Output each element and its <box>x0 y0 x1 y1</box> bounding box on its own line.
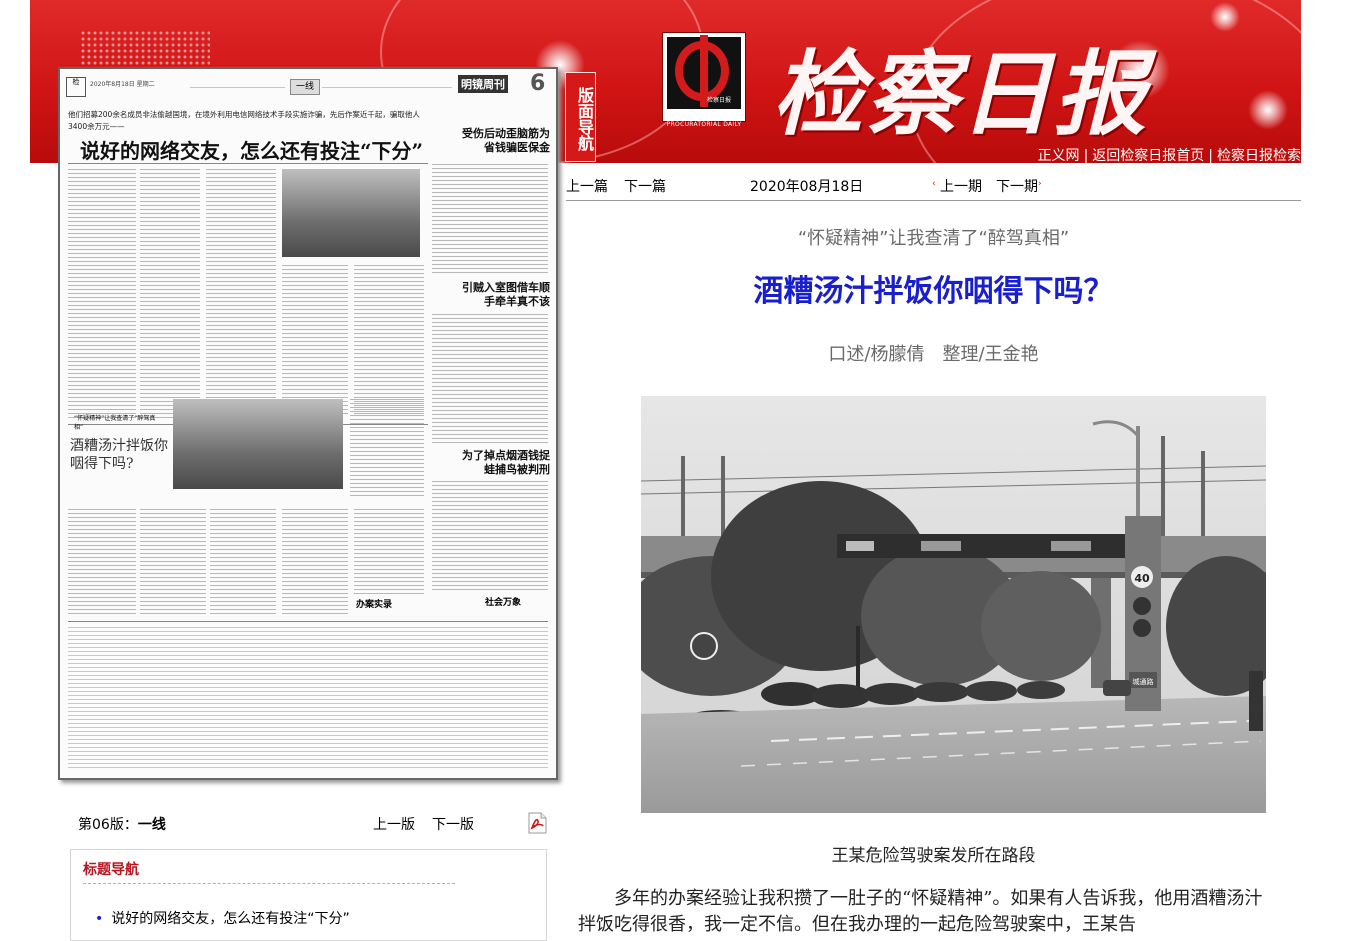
page-name: 一线 <box>137 817 166 833</box>
thumb-photo-road <box>173 399 343 489</box>
thumb-side-headline-3: 为了掉点烟酒钱捉蛙捕鸟被判刑 <box>462 449 550 476</box>
prev-article-link[interactable]: 上一篇 <box>566 176 608 196</box>
decorative-sparkle <box>1210 2 1240 32</box>
photo-speed-sign-text: 40 <box>1134 572 1150 585</box>
article-photo: 40 城通路 <box>641 396 1266 813</box>
next-article-link[interactable]: 下一篇 <box>624 176 666 196</box>
thumb-column-tag-2: 社会万象 <box>485 598 522 608</box>
page-navigation-label[interactable]: 版面导航 <box>565 72 596 162</box>
prev-page-link[interactable]: 上一版 <box>373 814 415 834</box>
bullet-icon: • <box>95 911 104 927</box>
thumb-page-banner: 明镜周刊 <box>458 75 508 93</box>
title-nav-item[interactable]: • 说好的网络交友，怎么还有投注“下分” <box>95 908 350 928</box>
thumb-page-number: 6 <box>530 71 546 96</box>
article-navigation: 上一篇 下一篇 2020年08月18日 ‹ 上一期 下一期 › <box>566 176 1301 201</box>
newspaper-logo[interactable]: 检察日报 <box>662 32 746 122</box>
issue-date: 2020年08月18日 <box>750 179 864 195</box>
logo-caption: 检察日报 <box>707 97 732 104</box>
page-info: 第06版：一线 <box>78 814 166 834</box>
prev-issue-arrow-icon: ‹ <box>932 179 936 189</box>
thumb-section: 一线 <box>290 79 320 95</box>
title-nav-divider <box>83 883 455 884</box>
next-issue-link[interactable]: 下一期 <box>996 176 1038 196</box>
photo-road-sign-text: 城通路 <box>1133 677 1154 686</box>
link-search[interactable]: 检察日报检索 <box>1217 148 1301 163</box>
page-logo-icon: 检 <box>66 77 86 97</box>
thumb-feature-headline: 酒糟汤汁拌饭你咽得下吗? <box>70 438 168 472</box>
thumb-date-line: 2020年8月18日 星期二 <box>90 81 155 88</box>
next-page-link[interactable]: 下一版 <box>432 814 474 834</box>
thumb-photo-crowd <box>282 169 420 257</box>
title-nav-item-label[interactable]: 说好的网络交友，怎么还有投注“下分” <box>111 911 350 927</box>
page-label: 第06版： <box>78 817 138 833</box>
article-headline: 酒糟汤汁拌饭你咽得下吗？ <box>753 274 1114 309</box>
newspaper-title: 检察日报 <box>772 40 1149 148</box>
thumb-side-headline-2: 引贼入室图借车顺手牵羊真不该 <box>462 281 550 308</box>
article-byline: 口述/杨朦倩 整理/王金艳 <box>828 344 1039 365</box>
nav-divider <box>566 200 1301 201</box>
title-nav-heading: 标题导航 <box>83 862 139 878</box>
article-subtitle: “怀疑精神”让我查清了“醉驾真相” <box>797 228 1070 249</box>
decorative-sparkle <box>1248 90 1288 130</box>
thumb-side-headline-1: 受伤后动歪脑筋为省钱骗医保金 <box>462 127 550 154</box>
thumb-feature-kicker: “怀疑精神”让我查清了“醉驾真相” <box>74 415 156 431</box>
thumb-main-headline: 说好的网络交友，怎么还有投注“下分” <box>80 139 424 163</box>
link-zhengyi[interactable]: 正义网 <box>1038 148 1080 163</box>
link-home[interactable]: 返回检察日报首页 <box>1092 148 1204 163</box>
pdf-icon[interactable] <box>528 812 547 834</box>
decorative-dot-pattern <box>80 30 210 70</box>
prev-issue-link[interactable]: 上一期 <box>940 176 982 196</box>
thumb-column-tag-1: 办案实录 <box>356 600 393 610</box>
header-links: 正义网 | 返回检察日报首页 | 检察日报检索 <box>1037 148 1301 163</box>
newspaper-page-thumbnail[interactable]: 检 2020年8月18日 星期二 一线 明镜周刊 6 他们招募200余名成员非法… <box>58 67 558 780</box>
title-navigation-panel: 标题导航 • 说好的网络交友，怎么还有投注“下分” <box>70 849 547 941</box>
photo-caption: 王某危险驾驶案发所在路段 <box>831 846 1036 866</box>
article-body: 多年的办案经验让我积攒了一肚子的“怀疑精神”。如果有人告诉我，他用酒糟汤汁拌饭吃… <box>578 888 1263 935</box>
logo-english-text: PROCURATORIAL DAILY <box>666 121 742 128</box>
next-issue-arrow-icon: › <box>1038 179 1042 189</box>
thumb-lead-text: 他们招募200余名成员非法偷越国境，在境外利用电信网络技术手段实施诈骗，先后作案… <box>68 110 420 131</box>
